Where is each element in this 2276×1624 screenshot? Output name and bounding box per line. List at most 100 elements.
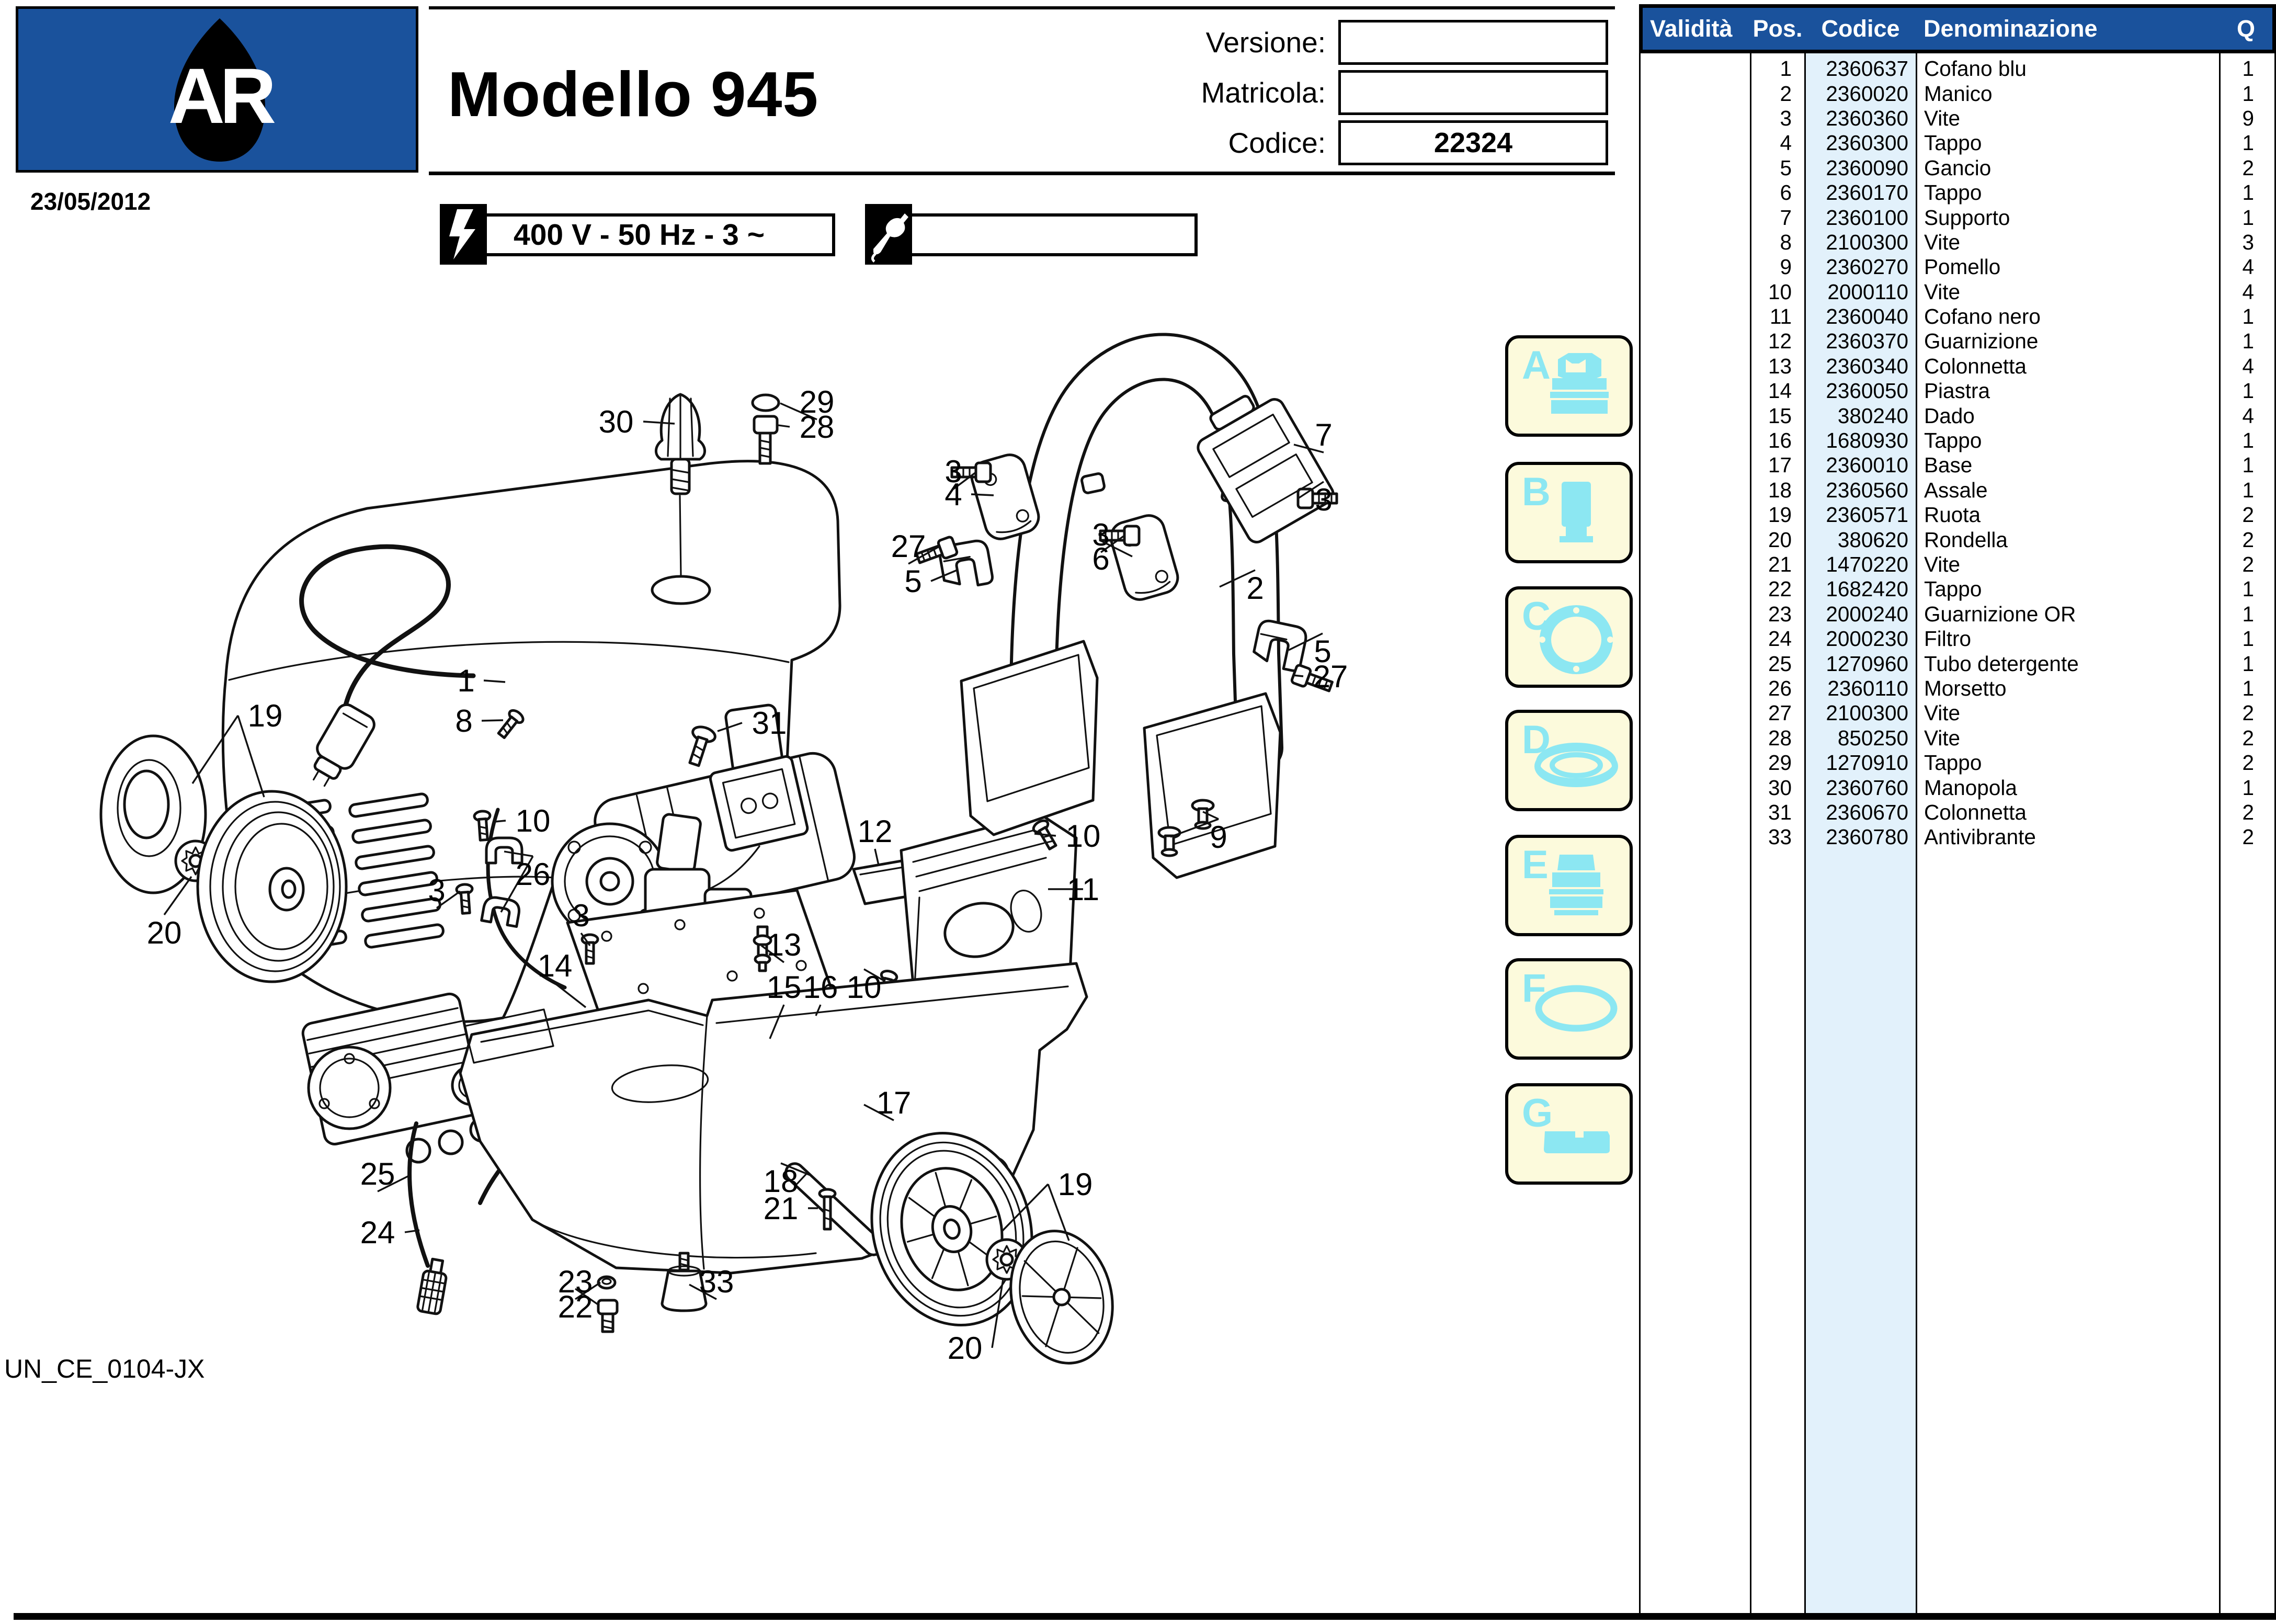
callout-4: 4 — [944, 477, 962, 512]
lightning-icon — [440, 204, 487, 265]
callout-25: 25 — [360, 1156, 395, 1191]
header-validita: Validità — [1650, 15, 1733, 42]
parts-catalog-page: AR 23/05/2012 Modello 945 Versione: Matr… — [0, 0, 2276, 1624]
table-row: 20 380620 Rondella 2 — [1768, 527, 2254, 552]
codice-field[interactable]: 22324 — [1338, 120, 1608, 165]
field-row-matricola: Matricola: — [1119, 70, 1608, 115]
callout-31: 31 — [752, 706, 787, 741]
callout-3: 3 — [572, 898, 589, 933]
callout-21: 21 — [764, 1191, 799, 1226]
versione-label: Versione: — [1205, 26, 1326, 59]
table-row: 4 2360300 Tappo 1 — [1780, 131, 2254, 155]
table-row: 10 2000110 Vite 4 — [1768, 279, 2254, 304]
table-row: 30 2360760 Manopola 1 — [1768, 775, 2254, 800]
callout-10: 10 — [847, 970, 882, 1005]
callout-19: 19 — [248, 698, 283, 733]
table-row: 15 380240 Dado 4 — [1768, 403, 2254, 428]
drawing-code: UN_CE_0104-JX — [4, 1354, 205, 1383]
table-row: 31 2360670 Colonnetta 2 — [1768, 800, 2254, 824]
table-row: 9 2360270 Pomello 4 — [1780, 255, 2254, 279]
header-q: Q — [2236, 15, 2255, 42]
callout-8: 8 — [455, 703, 472, 739]
title-block-bottom-rule — [429, 172, 1615, 175]
voltage-spec-box: 400 V - 50 Hz - 3 ~ — [443, 213, 835, 256]
plug-spec-box — [868, 213, 1198, 256]
callout-15: 15 — [767, 970, 802, 1005]
bottom-rule — [14, 1613, 2276, 1620]
callout-10: 10 — [516, 803, 551, 838]
matricola-field[interactable] — [1338, 70, 1608, 115]
cap-icon — [1550, 353, 1609, 414]
callout-9: 9 — [1210, 820, 1227, 855]
table-row: 25 1270960 Tubo detergente 1 — [1768, 651, 2254, 676]
callout-11: 11 — [1067, 872, 1099, 907]
part-ruota-left — [196, 790, 348, 983]
callout-24: 24 — [360, 1215, 395, 1250]
part-guarnizione-or — [597, 1275, 617, 1290]
callout-10: 10 — [1066, 819, 1101, 854]
table-row: 6 2360170 Tappo 1 — [1780, 180, 2254, 205]
table-row: 14 2360050 Piastra 1 — [1768, 379, 2254, 403]
header-denominazione: Denominazione — [1924, 15, 2098, 42]
exploded-diagram: 302928342753673252718 31191026320 3141315 1… — [99, 333, 1348, 1366]
table-row: 16 1680930 Tappo 1 — [1768, 428, 2254, 453]
page-title: Modello 945 — [448, 59, 819, 130]
callout-19: 19 — [1058, 1167, 1093, 1202]
table-row: 27 2100300 Vite 2 — [1768, 701, 2254, 725]
table-row: 24 2000230 Filtro 1 — [1768, 627, 2254, 651]
table-row: 12 2360370 Guarnizione 1 — [1768, 329, 2254, 354]
table-row: 2 2360020 Manico 1 — [1780, 81, 2254, 106]
versione-field[interactable] — [1338, 20, 1608, 65]
table-header: Validità Pos. Codice Denominazione Q — [1639, 4, 2276, 53]
callout-27: 27 — [891, 529, 926, 564]
part-tappo-6 — [1107, 512, 1181, 604]
title-block-top-rule — [429, 6, 1615, 9]
table-row: 23 2000240 Guarnizione OR 1 — [1768, 601, 2254, 626]
callout-17: 17 — [877, 1085, 912, 1120]
table-row: 11 2360040 Cofano nero 1 — [1769, 304, 2254, 329]
table-row: 17 2360010 Base 1 — [1768, 453, 2254, 478]
table-row: 1 2360637 Cofano blu 1 — [1780, 56, 2254, 81]
table-row: 13 2360340 Colonnetta 4 — [1768, 354, 2254, 378]
matricola-label: Matricola: — [1201, 76, 1326, 109]
table-row: 8 2100300 Vite 3 — [1780, 230, 2254, 254]
callout-12: 12 — [858, 814, 893, 849]
revision-date: 23/05/2012 — [30, 188, 151, 215]
callout-26: 26 — [516, 857, 551, 892]
callout-3: 3 — [1315, 482, 1332, 517]
part-tappo-29 — [751, 393, 780, 412]
table-row: 28 850250 Vite 2 — [1768, 725, 2254, 750]
svg-text:AR: AR — [168, 52, 275, 140]
header-codice: Codice — [1821, 15, 1900, 42]
callout-7: 7 — [1315, 417, 1332, 452]
part-filtro — [416, 1257, 448, 1315]
callout-20: 20 — [948, 1331, 983, 1366]
table-row: 5 2360090 Gancio 2 — [1780, 155, 2254, 180]
table-row: 26 2360110 Morsetto 1 — [1768, 676, 2254, 700]
ar-logo-icon: AR — [168, 18, 280, 162]
table-row: 3 2360360 Vite 9 — [1780, 106, 2254, 130]
table-row: 33 2360780 Antivibrante 2 — [1768, 825, 2254, 849]
callout-33: 33 — [699, 1264, 734, 1299]
codice-label: Codice: — [1228, 127, 1326, 159]
part-vite-28 — [753, 415, 779, 465]
table-row: 29 1270910 Tappo 2 — [1768, 751, 2254, 775]
callout-14: 14 — [538, 948, 573, 983]
callout-22: 22 — [558, 1289, 593, 1324]
callout-20: 20 — [147, 915, 182, 950]
callout-1: 1 — [457, 663, 474, 698]
part-tappo-22 — [597, 1299, 619, 1333]
table-row: 22 1682420 Tappo 1 — [1768, 577, 2254, 601]
voltage-spec: 400 V - 50 Hz - 3 ~ — [514, 218, 765, 252]
table-row: 7 2360100 Supporto 1 — [1780, 205, 2254, 230]
table-row: 18 2360560 Assale 1 — [1768, 478, 2254, 502]
callout-16: 16 — [803, 970, 838, 1005]
callout-27: 27 — [1313, 659, 1348, 694]
field-row-versione: Versione: — [1119, 20, 1608, 65]
callout-28: 28 — [800, 410, 835, 445]
header-pos: Pos. — [1752, 15, 1803, 42]
callout-30: 30 — [599, 404, 634, 439]
field-row-codice: Codice: 22324 — [1119, 120, 1608, 165]
table-row: 19 2360571 Ruota 2 — [1768, 503, 2254, 527]
callout-6: 6 — [1092, 541, 1109, 576]
